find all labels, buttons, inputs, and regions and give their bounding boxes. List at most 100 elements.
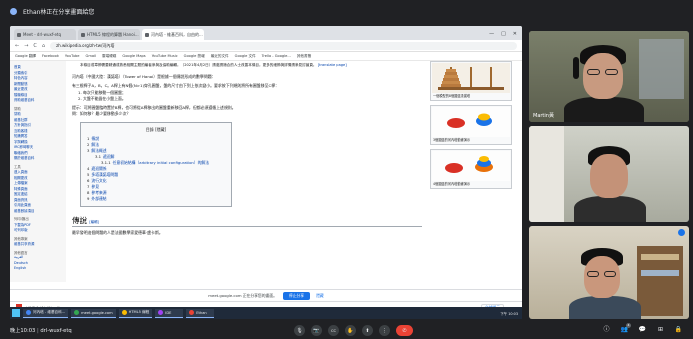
- toc-label: 參見: [91, 184, 100, 189]
- stop-sharing-button[interactable]: 停止分享: [282, 291, 311, 300]
- user-icon: [189, 310, 195, 315]
- back-icon[interactable]: ←: [15, 43, 19, 49]
- host-controls-button[interactable]: 🔒: [674, 325, 683, 334]
- section-paragraph: 最早發明這個問題的人是法國數學家愛德華·盧卡斯。: [72, 230, 163, 235]
- minimize-button[interactable]: —: [489, 31, 494, 37]
- call-controls: 🎙 📷 CC ✋ ⬆ ⋮ ✆: [294, 325, 413, 336]
- notice-text: 本條目或章節需要精通或熟悉相關主題的編者參與及協助編輯。（2021年4月2日）請…: [80, 63, 317, 67]
- taskbar-app-label: HTML5 線程: [128, 310, 150, 314]
- bookmark[interactable]: Gmail: [86, 54, 97, 58]
- shared-screen[interactable]: Meet - drl-wuxf-etq HTML5 線程的算題 Hanoi...…: [10, 26, 522, 313]
- bookmark[interactable]: Facebook: [42, 54, 59, 58]
- home-icon[interactable]: ⌂: [42, 43, 45, 49]
- browser-tab[interactable]: Meet - drl-wuxf-etq: [14, 29, 76, 40]
- browser-tabstrip: Meet - drl-wuxf-etq HTML5 線程的算題 Hanoi...…: [10, 26, 522, 40]
- bookmark[interactable]: Google Maps: [122, 54, 145, 58]
- participant-tile[interactable]: Martin黃: [529, 31, 689, 122]
- bookmark[interactable]: YouTube Music: [152, 54, 178, 58]
- browser-tab-active[interactable]: 河內塔 - 維基百科，自由的...: [142, 29, 204, 40]
- bookmark[interactable]: 雲端硬碟: [102, 54, 116, 59]
- bookmark[interactable]: Google 翻譯: [15, 54, 36, 59]
- sidebar-link[interactable]: 可列印版: [14, 227, 62, 233]
- people-button[interactable]: 👥 4: [620, 323, 631, 334]
- toc-number: 8: [87, 190, 90, 195]
- hide-notice-button[interactable]: 隱藏: [316, 293, 324, 299]
- thumbnail-animation-4[interactable]: 4個圓盤的河內塔動畫演示: [430, 149, 512, 189]
- bookmark[interactable]: 最近的文件: [211, 54, 229, 59]
- section-edit-link[interactable]: [編輯]: [89, 220, 98, 224]
- rule-item: 2. 大盤不能疊在小盤上面。: [78, 96, 126, 101]
- intro-paragraph: 河內塔（中國大陸：漢諾塔）（Tower of Hanoi）是根據一個傳說形成的數…: [72, 74, 216, 79]
- toc-label: 遞迴解: [103, 154, 115, 159]
- translate-link[interactable]: [translate page]: [318, 63, 347, 67]
- presenting-title: Ethan林正在分享畫面給您: [23, 8, 95, 16]
- toc-label: 遞迴關係: [91, 166, 107, 171]
- toc-item[interactable]: 3.1.1 任意初始結構（arbitrary initial configurat…: [87, 160, 225, 166]
- glasses-icon: [605, 69, 618, 75]
- taskbar-app[interactable]: meet.google.com: [71, 308, 116, 318]
- toc-title[interactable]: 目錄 [隱藏]: [87, 127, 225, 133]
- page-favicon-icon: [81, 32, 85, 37]
- toc-number: 5: [87, 172, 90, 177]
- sidebar-link[interactable]: 維基共享資源: [14, 241, 62, 247]
- browser-tab[interactable]: HTML5 線程的算題 Hanoi...: [78, 29, 140, 40]
- participant-tile[interactable]: [529, 126, 689, 222]
- taskbar-app-label: 河內塔 - 維基百科...: [33, 310, 66, 314]
- raise-hand-button[interactable]: ✋: [345, 325, 356, 336]
- table-of-contents: 目錄 [隱藏] 1 傳說 2 解法 3 解法概述 3.1 遞迴解 3.1.1 任意初始結構…: [80, 122, 232, 207]
- bookmark[interactable]: Google 文件: [235, 54, 256, 59]
- sidebar-link[interactable]: English: [14, 266, 62, 272]
- thumbnail-model[interactable]: 一個模型的8個圓盤漢諾塔: [430, 61, 512, 101]
- bookmark[interactable]: YouTube: [65, 54, 80, 58]
- toc-number: 4: [87, 166, 90, 171]
- participant-face: [584, 256, 620, 298]
- present-button[interactable]: ⬆: [362, 325, 373, 336]
- bookmark[interactable]: Trello - Google...: [262, 54, 291, 58]
- participant-face: [590, 154, 628, 198]
- html-icon: [121, 310, 127, 315]
- address-bar[interactable]: zh.wikipedia.org/zh-tw/河內塔: [50, 41, 517, 50]
- taskbar-app[interactable]: 河內塔 - 維基百科...: [23, 308, 69, 318]
- meeting-details-button[interactable]: ⓘ: [602, 325, 611, 334]
- bookmark[interactable]: Google 簡報: [184, 54, 205, 59]
- taskbar-app[interactable]: Ethan: [186, 308, 215, 318]
- reload-icon[interactable]: C: [33, 43, 37, 49]
- hanoi-animation-image: [432, 151, 510, 181]
- maintenance-notice: 本條目或章節需要精通或熟悉相關主題的編者參與及協助編輯。（2021年4月2日）請…: [80, 63, 427, 68]
- browser-toolbar: ← → C ⌂ zh.wikipedia.org/zh-tw/河內塔: [10, 40, 522, 52]
- end-call-button[interactable]: ✆: [396, 325, 413, 336]
- toc-label: 外部連結: [91, 196, 107, 201]
- forward-icon[interactable]: →: [24, 43, 28, 49]
- microphone-button[interactable]: 🎙: [294, 325, 305, 336]
- participant-body: [564, 97, 644, 122]
- chat-button[interactable]: 💬: [638, 325, 647, 334]
- thumbnail-animation-3[interactable]: 3個圓盤的河內塔動畫演示: [430, 105, 512, 145]
- presenting-icon: [10, 7, 17, 15]
- tab-label: Meet - drl-wuxf-etq: [23, 32, 62, 37]
- close-button[interactable]: ✕: [513, 31, 517, 37]
- taskbar-app-label: IDE: [165, 310, 172, 315]
- clothes-rack: [639, 39, 684, 99]
- screen-share-notice: meet.google.com 正在分享您的畫面。 停止分享 隱藏: [10, 289, 522, 301]
- taskbar-app[interactable]: IDE: [155, 308, 184, 318]
- participant-tile[interactable]: [529, 226, 689, 319]
- bookmark-other[interactable]: 其他書籤: [297, 54, 311, 59]
- windows-start-icon[interactable]: [12, 309, 20, 317]
- more-options-icon[interactable]: [678, 229, 685, 236]
- activities-button[interactable]: ⊞: [656, 325, 665, 334]
- participant-name: Martin黃: [533, 113, 554, 119]
- ide-icon: [158, 310, 164, 315]
- thumbnail-caption: 4個圓盤的河內塔動畫演示: [433, 182, 471, 186]
- toc-item[interactable]: 9 外部連結: [87, 196, 225, 202]
- toc-label: 傳說: [91, 136, 100, 141]
- sidebar-link[interactable]: 關於維基百科: [14, 155, 62, 161]
- more-options-button[interactable]: ⋮: [379, 325, 390, 336]
- thumbnail-caption: 3個圓盤的河內塔動畫演示: [433, 138, 471, 142]
- camera-button[interactable]: 📷: [311, 325, 322, 336]
- maximize-button[interactable]: □: [501, 31, 506, 37]
- sidebar-link[interactable]: 資助維基百科: [14, 97, 62, 103]
- section-heading-text: 傳說: [72, 216, 87, 225]
- sidebar-link[interactable]: 維基數據項目: [14, 208, 62, 214]
- taskbar-app[interactable]: HTML5 線程: [118, 308, 153, 318]
- captions-button[interactable]: CC: [328, 325, 339, 336]
